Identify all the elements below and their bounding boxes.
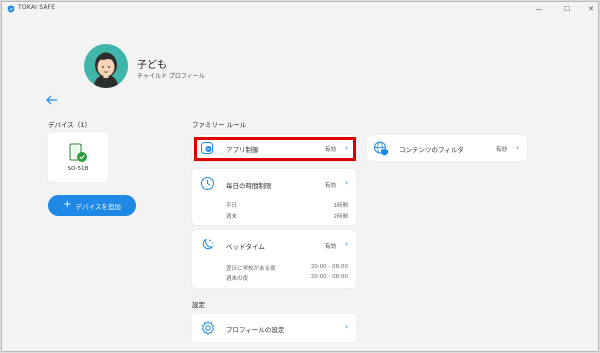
weekday-value: 1時間 (333, 203, 349, 209)
gear-icon (201, 321, 215, 335)
bedtime-status: 有効 (325, 244, 337, 250)
title-bar: TOKAI SAFE — ☐ ✕ (2, 2, 598, 16)
globe-shield-icon (374, 141, 388, 156)
minimize-button[interactable]: — (528, 2, 550, 16)
avatar (84, 44, 128, 88)
profile-settings-card[interactable]: プロフィールの設定 › (192, 314, 356, 342)
add-device-label: デバイスを追加 (75, 202, 121, 211)
content-filter-card[interactable]: コンテンツのフィルタ 有効 › (367, 135, 527, 161)
settings-heading: 設定 (192, 301, 205, 309)
app-restriction-label: アプリ制御 (226, 146, 259, 154)
school-night-value: 20:00 - 08:00 (310, 264, 348, 270)
close-button[interactable]: ✕ (580, 2, 598, 16)
weekday-label: 平日 (226, 203, 238, 209)
shield-icon (7, 5, 15, 13)
chevron-right-icon: › (345, 178, 349, 187)
weekend-label: 週末 (226, 214, 238, 220)
app-window: TOKAI SAFE — ☐ ✕ 子ども チャイルド プロフィール デバイス（1… (1, 1, 599, 352)
chevron-right-icon: › (516, 143, 520, 152)
devices-heading: デバイス（1） (48, 121, 91, 129)
time-limit-card[interactable]: 毎日の時間制限 有効 › 平日 1時間 週末 2時間 (192, 169, 356, 225)
school-night-label: 翌日に学校がある夜 (226, 266, 276, 272)
weekend-night-value: 20:00 - 08:00 (310, 274, 348, 280)
profile-type: チャイルド プロフィール (137, 73, 205, 80)
moon-stars-icon (202, 238, 214, 250)
chevron-right-icon: › (345, 239, 349, 248)
profile-settings-label: プロフィールの設定 (226, 326, 285, 334)
time-limit-status: 有効 (325, 183, 337, 189)
app-restriction-status: 有効 (325, 147, 337, 153)
device-card[interactable]: SO-51B (48, 132, 108, 182)
child-avatar-icon (94, 52, 118, 88)
bedtime-label: ベッドタイム (226, 243, 265, 251)
app-title: TOKAI SAFE (18, 4, 56, 11)
device-name: SO-51B (67, 166, 89, 172)
back-arrow-icon[interactable] (45, 94, 59, 106)
phone-check-icon (69, 143, 87, 162)
chevron-right-icon: › (345, 322, 349, 331)
app-block-icon (201, 142, 213, 154)
weekend-night-label: 週末の夜 (226, 276, 249, 282)
add-device-button[interactable]: + デバイスを追加 (48, 195, 136, 216)
profile-name: 子ども (137, 60, 167, 71)
plus-icon: + (63, 199, 72, 210)
content-filter-label: コンテンツのフィルタ (399, 146, 464, 154)
app-restriction-card[interactable]: アプリ制御 有効 › (192, 135, 356, 161)
content-filter-status: 有効 (496, 147, 508, 153)
time-limit-label: 毎日の時間制限 (226, 182, 272, 190)
chevron-right-icon: › (345, 143, 349, 152)
family-rules-heading: ファミリー ルール (192, 121, 247, 129)
bedtime-card[interactable]: ベッドタイム 有効 › 翌日に学校がある夜 20:00 - 08:00 週末の夜… (192, 230, 356, 288)
weekend-value: 2時間 (333, 214, 349, 220)
clock-icon (201, 177, 214, 190)
maximize-button[interactable]: ☐ (556, 2, 578, 16)
